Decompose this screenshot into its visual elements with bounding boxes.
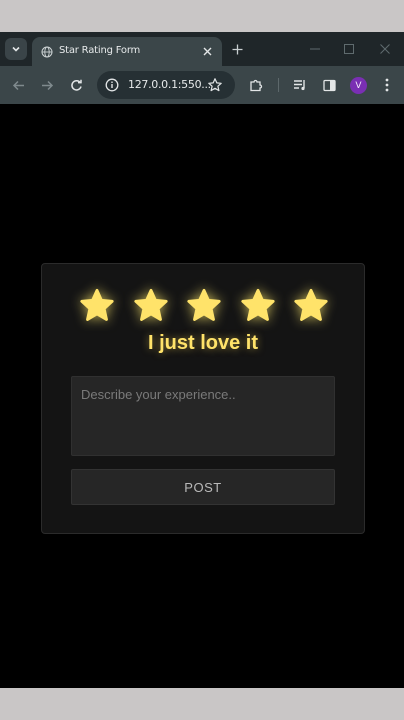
tab-strip: Star Rating Form [0, 32, 404, 66]
browser-menu-button[interactable] [379, 77, 395, 93]
page-viewport: I just love it POST [0, 104, 404, 688]
star-icon[interactable] [78, 287, 116, 325]
rating-card: I just love it POST [41, 263, 365, 534]
star-rating[interactable] [78, 287, 330, 327]
address-bar[interactable]: 127.0.0.1:550... [97, 71, 235, 99]
profile-avatar[interactable]: V [350, 77, 367, 94]
new-tab-button[interactable] [229, 41, 245, 57]
minimize-button[interactable] [307, 41, 323, 57]
plus-icon [232, 44, 242, 54]
star-icon[interactable] [132, 287, 170, 325]
toolbar-divider [278, 78, 279, 92]
info-icon[interactable] [105, 78, 119, 92]
arrow-left-icon [12, 80, 24, 90]
globe-icon [41, 46, 53, 58]
tab-search-button[interactable] [5, 38, 27, 60]
puzzle-icon [250, 79, 263, 92]
url-text[interactable]: 127.0.0.1:550... [128, 78, 211, 91]
extensions-button[interactable] [248, 77, 264, 93]
forward-button[interactable] [39, 77, 55, 93]
close-icon [203, 47, 211, 55]
tab-active[interactable]: Star Rating Form [32, 37, 222, 66]
browser-window: Star Rating Form 127.0.0.1:550... V I ju… [0, 32, 404, 688]
post-button[interactable]: POST [71, 469, 335, 505]
reload-button[interactable] [68, 77, 84, 93]
media-controls-button[interactable] [292, 77, 308, 93]
maximize-button[interactable] [341, 41, 357, 57]
kebab-menu-icon [385, 78, 389, 92]
star-icon[interactable] [292, 287, 330, 325]
reload-icon [70, 79, 82, 91]
star-icon[interactable] [239, 287, 277, 325]
back-button[interactable] [10, 77, 26, 93]
browser-toolbar: 127.0.0.1:550... V [0, 66, 404, 104]
side-panel-icon [322, 79, 336, 91]
bookmark-star-icon[interactable] [207, 77, 223, 93]
arrow-right-icon [41, 80, 53, 90]
star-icon[interactable] [185, 287, 223, 325]
chevron-down-icon [12, 46, 20, 52]
tab-title: Star Rating Form [59, 45, 141, 56]
minimize-icon [310, 48, 320, 50]
tab-close-button[interactable] [200, 44, 214, 58]
maximize-icon [344, 44, 354, 54]
window-close-button[interactable] [377, 41, 393, 57]
experience-textarea[interactable] [71, 376, 335, 456]
close-icon [380, 44, 390, 54]
playlist-icon [294, 80, 305, 91]
rating-label: I just love it [147, 332, 259, 354]
side-panel-button[interactable] [321, 77, 337, 93]
